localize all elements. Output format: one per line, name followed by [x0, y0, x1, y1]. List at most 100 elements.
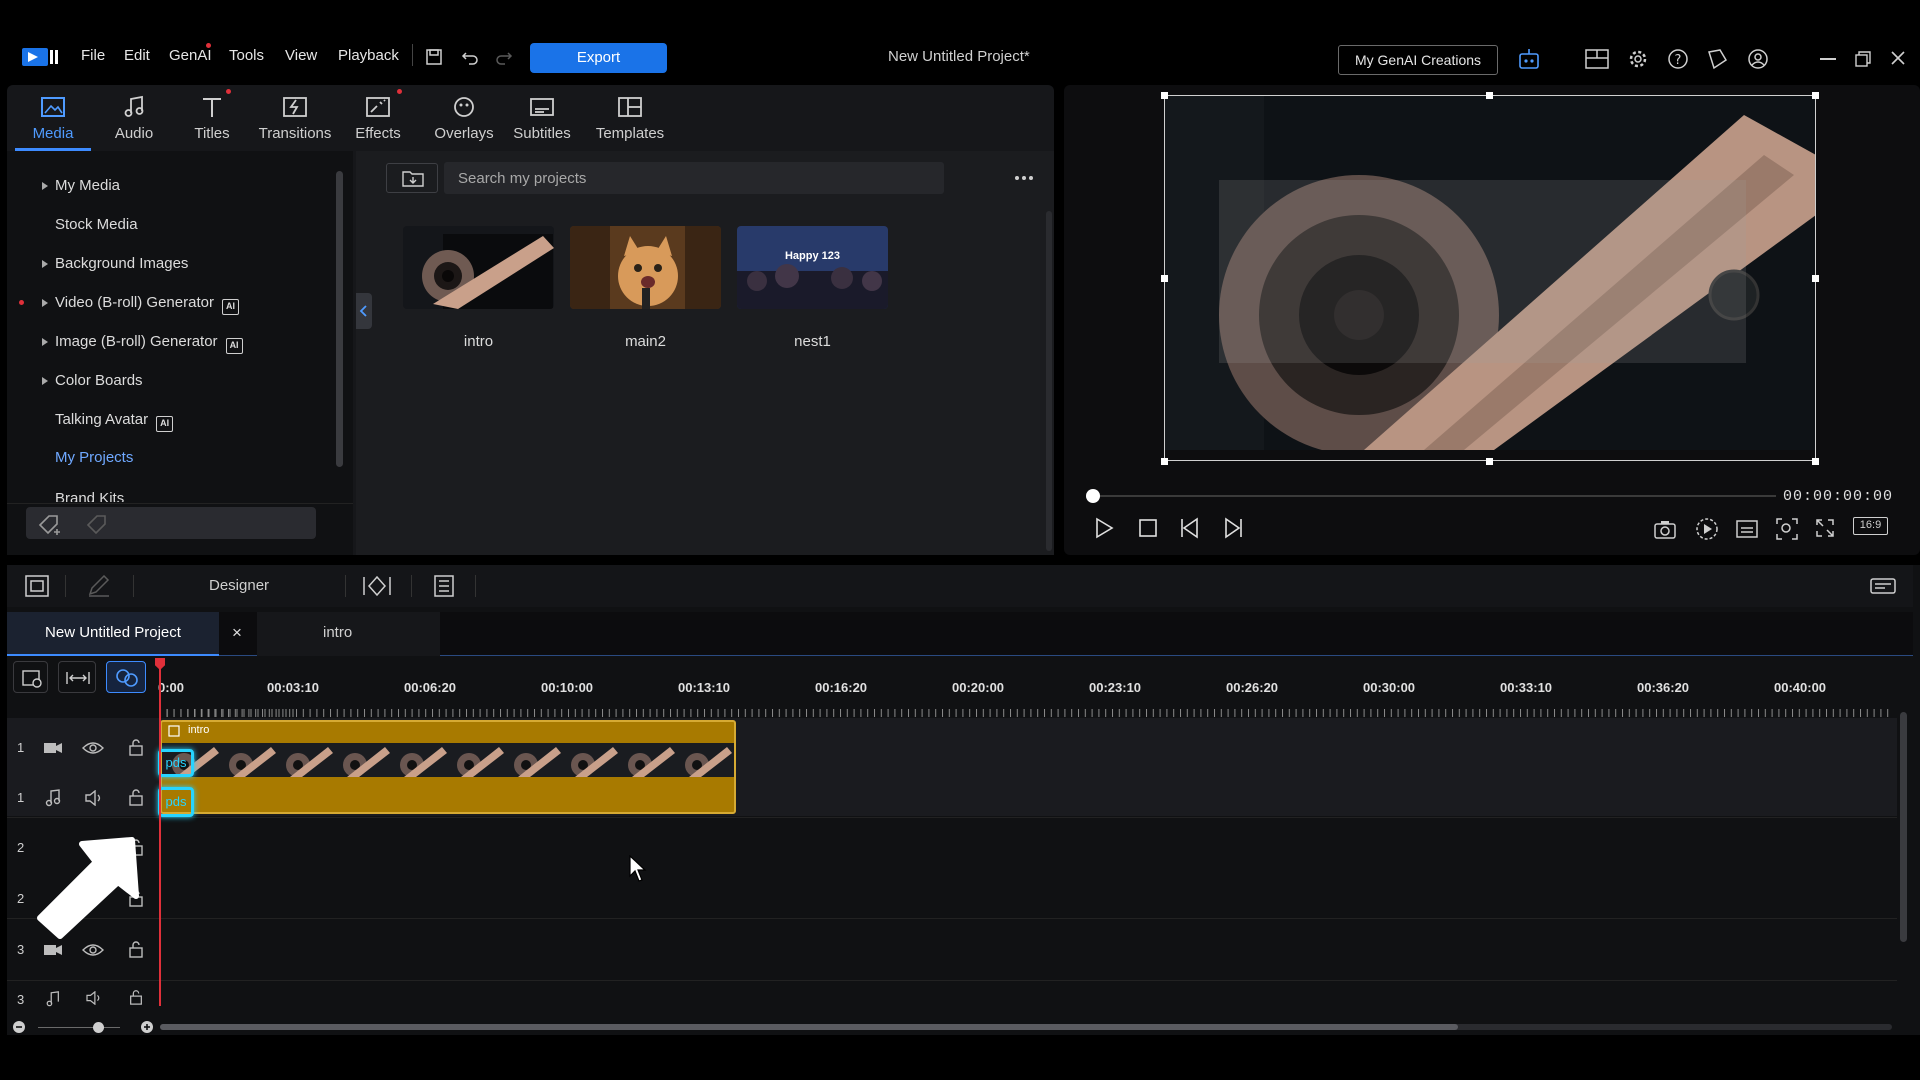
resize-handle[interactable]	[1812, 275, 1819, 282]
export-button[interactable]: Export	[530, 43, 667, 73]
remove-tag-icon[interactable]	[85, 513, 111, 537]
content-scrollbar[interactable]	[1046, 211, 1052, 551]
tab-audio[interactable]: Audio	[99, 85, 169, 151]
lock-icon[interactable]	[128, 989, 144, 1005]
visibility-eye-icon[interactable]	[82, 943, 104, 957]
zoom-slider-knob[interactable]	[93, 1022, 104, 1033]
menu-view[interactable]: View	[285, 47, 317, 64]
visibility-eye-icon[interactable]	[82, 741, 104, 755]
chapter-list-icon[interactable]	[431, 575, 455, 597]
tree-item-talking-avatar[interactable]: Talking Avatar AI	[55, 411, 174, 432]
preview-quality-icon[interactable]	[1695, 517, 1719, 541]
fullscreen-icon[interactable]	[1815, 518, 1835, 538]
save-icon[interactable]	[425, 48, 443, 66]
tab-intro[interactable]: intro	[257, 612, 440, 656]
timeline-vscrollbar[interactable]	[1900, 712, 1907, 942]
resize-handle[interactable]	[1812, 92, 1819, 99]
minimize-icon[interactable]	[1820, 58, 1836, 60]
resize-handle[interactable]	[1161, 275, 1168, 282]
scrubber-knob[interactable]	[1086, 489, 1100, 503]
stop-icon[interactable]	[1138, 518, 1158, 538]
tab-transitions[interactable]: Transitions	[255, 85, 335, 151]
lock-icon[interactable]	[128, 940, 144, 958]
pds-marker-audio[interactable]: pds	[158, 787, 194, 817]
menu-tools[interactable]: Tools	[229, 47, 264, 64]
add-track-button[interactable]	[13, 661, 48, 693]
help-icon[interactable]: ?	[1667, 48, 1689, 70]
tree-item-image-broll-generator[interactable]: Image (B-roll) Generator AI	[42, 333, 243, 354]
expand-arrow-icon[interactable]	[42, 338, 48, 346]
timeline-hscroll-thumb[interactable]	[160, 1024, 1458, 1030]
keyframe-icon[interactable]	[363, 575, 391, 597]
tree-item-video-broll-generator[interactable]: Video (B-roll) Generator AI	[42, 294, 239, 315]
fit-timeline-button[interactable]	[58, 661, 96, 693]
snapshot-camera-icon[interactable]	[1653, 519, 1677, 539]
previous-frame-icon[interactable]	[1179, 517, 1203, 539]
layout-icon[interactable]	[1585, 49, 1609, 69]
timeline-settings-icon[interactable]	[1870, 575, 1896, 597]
timeline-clip-intro[interactable]: intro	[160, 720, 736, 814]
menu-genai[interactable]: GenAI	[169, 47, 212, 64]
import-button[interactable]	[386, 163, 438, 193]
tab-subtitles[interactable]: Subtitles	[507, 85, 577, 151]
media-thumb-nest1[interactable]: Happy 123	[737, 226, 888, 309]
expand-arrow-icon[interactable]	[42, 182, 48, 190]
edit-pen-icon[interactable]	[87, 575, 111, 597]
playhead[interactable]	[159, 660, 161, 1006]
play-icon[interactable]	[1094, 517, 1114, 539]
menu-edit[interactable]: Edit	[124, 47, 150, 64]
more-options-icon[interactable]	[1014, 175, 1034, 181]
media-view-icon[interactable]	[25, 575, 49, 597]
resize-handle[interactable]	[1161, 458, 1168, 465]
search-input[interactable]: Search my projects	[444, 162, 944, 194]
subtitle-toggle-icon[interactable]	[1736, 520, 1758, 538]
media-thumb-main2[interactable]	[570, 226, 721, 309]
account-icon[interactable]	[1747, 48, 1769, 70]
tree-item-color-boards[interactable]: Color Boards	[42, 372, 143, 389]
media-thumb-intro[interactable]	[403, 226, 554, 309]
speaker-icon[interactable]	[84, 790, 104, 806]
zoom-fit-icon[interactable]	[1776, 518, 1798, 540]
feedback-icon[interactable]	[1706, 48, 1730, 70]
restore-icon[interactable]	[1855, 51, 1871, 67]
resize-handle[interactable]	[1161, 92, 1168, 99]
collapse-panel-button[interactable]	[356, 293, 372, 329]
pds-marker-video[interactable]: pds	[158, 749, 194, 777]
tree-item-stock-media[interactable]: Stock Media	[55, 216, 138, 233]
next-frame-icon[interactable]	[1220, 517, 1244, 539]
expand-arrow-icon[interactable]	[42, 260, 48, 268]
zoom-out-icon[interactable]	[12, 1020, 26, 1034]
tab-effects[interactable]: Effects	[347, 85, 409, 151]
lock-icon[interactable]	[128, 738, 144, 756]
tree-item-background-images[interactable]: Background Images	[42, 255, 188, 272]
robot-icon[interactable]	[1517, 48, 1541, 70]
tab-templates[interactable]: Templates	[590, 85, 670, 151]
close-window-icon[interactable]	[1890, 50, 1906, 66]
resize-handle[interactable]	[1486, 458, 1493, 465]
tree-scrollbar[interactable]	[336, 171, 343, 467]
expand-arrow-icon[interactable]	[42, 299, 48, 307]
tab-media[interactable]: Media	[15, 85, 91, 151]
lock-icon[interactable]	[128, 788, 144, 806]
tab-overlays[interactable]: Overlays	[429, 85, 499, 151]
expand-arrow-icon[interactable]	[42, 377, 48, 385]
undo-icon[interactable]	[461, 49, 479, 65]
close-tab-icon[interactable]: ×	[232, 623, 242, 643]
timeline-ruler[interactable]	[160, 697, 1890, 717]
gear-icon[interactable]	[1627, 48, 1649, 70]
preview-scrubber[interactable]	[1092, 495, 1776, 497]
resize-handle[interactable]	[1812, 458, 1819, 465]
tree-item-brand-kits[interactable]: Brand Kits	[55, 490, 124, 502]
zoom-slider[interactable]	[38, 1027, 120, 1028]
magnetic-snap-button[interactable]	[106, 661, 146, 693]
resize-handle[interactable]	[1486, 92, 1493, 99]
tree-item-my-media[interactable]: My Media	[42, 177, 120, 194]
my-genai-creations-button[interactable]: My GenAI Creations	[1338, 45, 1498, 75]
tree-item-my-projects[interactable]: My Projects	[55, 449, 133, 466]
aspect-ratio-button[interactable]: 16:9	[1853, 517, 1888, 535]
zoom-in-icon[interactable]	[140, 1020, 154, 1034]
menu-playback[interactable]: Playback	[338, 47, 399, 64]
redo-icon[interactable]	[495, 49, 513, 65]
add-tag-icon[interactable]	[37, 513, 63, 537]
designer-button[interactable]: Designer	[209, 577, 269, 594]
